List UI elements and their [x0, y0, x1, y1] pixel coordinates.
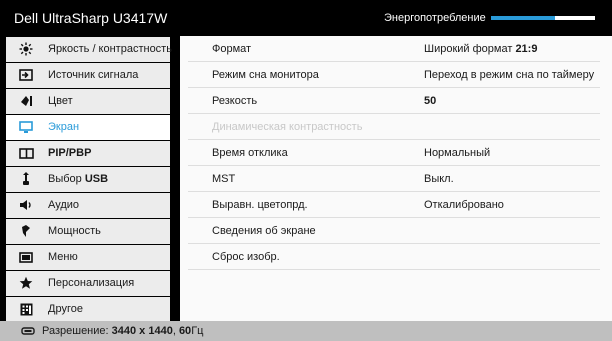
- energy-usage-fill: [491, 16, 556, 20]
- setting-name: Выравн. цветопрд.: [212, 199, 308, 211]
- setting-name: Динамическая контрастность: [212, 121, 363, 133]
- setting-name: Сведения об экране: [212, 225, 316, 237]
- menu-item-label: Аудио: [48, 199, 80, 211]
- pip-pbp-icon: [18, 146, 34, 160]
- setting-row-sharpness[interactable]: Резкость 50: [188, 89, 600, 114]
- menu-item-color[interactable]: Цвет: [6, 89, 170, 114]
- setting-row-display-reset[interactable]: Сброс изобр.: [188, 245, 600, 270]
- display-settings-panel: Формат Широкий формат 21:9 Режим сна мон…: [180, 36, 612, 321]
- menu-item-menu[interactable]: Меню: [6, 245, 170, 270]
- menu-item-label: PIP/PBP: [48, 147, 92, 159]
- menu-item-audio[interactable]: Аудио: [6, 193, 170, 218]
- setting-row-uniformity-compensation[interactable]: Выравн. цветопрд. Откалибровано: [188, 193, 600, 218]
- setting-row-aspect-ratio[interactable]: Формат Широкий формат 21:9: [188, 37, 600, 62]
- resolution-readout: Разрешение: 3440 x 1440, 60Гц: [42, 325, 204, 337]
- setting-row-monitor-sleep[interactable]: Режим сна монитора Переход в режим сна п…: [188, 63, 600, 88]
- energy-usage-label: Энергопотребление: [384, 12, 486, 24]
- setting-value: Выкл.: [424, 173, 454, 185]
- setting-name: Формат: [212, 43, 252, 55]
- input-source-icon: [18, 68, 34, 82]
- power-icon: [18, 224, 34, 238]
- setting-name: Режим сна монитора: [212, 69, 319, 81]
- setting-name: MST: [212, 173, 236, 185]
- setting-value: Широкий формат 21:9: [424, 43, 538, 55]
- energy-usage-bar: [491, 16, 595, 20]
- menu-item-display[interactable]: Экран: [6, 115, 170, 140]
- menu-item-label: Меню: [48, 251, 78, 263]
- brightness-icon: [18, 42, 34, 56]
- menu-item-pip-pbp[interactable]: PIP/PBP: [6, 141, 170, 166]
- setting-row-display-info[interactable]: Сведения об экране: [188, 219, 600, 244]
- menu-item-label: Экран: [48, 121, 80, 133]
- menu-item-label: Яркость / контрастность: [48, 43, 172, 55]
- menu-item-brightness-contrast[interactable]: Яркость / контрастность: [6, 37, 172, 62]
- star-icon: [18, 276, 34, 290]
- main-menu: Яркость / контрастность Источник сигнала…: [0, 36, 172, 322]
- setting-name: Сброс изобр.: [212, 251, 280, 263]
- menu-item-label: Мощность: [48, 225, 101, 237]
- menu-item-label: Выбор USB: [48, 173, 109, 185]
- setting-row-dynamic-contrast: Динамическая контрастность: [188, 115, 600, 140]
- setting-value: Откалибровано: [424, 199, 504, 211]
- setting-value: 50: [424, 95, 437, 107]
- setting-name: Резкость: [212, 95, 258, 107]
- setting-name: Время отклика: [212, 147, 288, 159]
- menu-item-other[interactable]: Другое: [6, 297, 170, 322]
- display-icon: [18, 120, 34, 134]
- menu-icon: [18, 250, 34, 264]
- monitor-title: Dell UltraSharp U3417W: [14, 10, 168, 26]
- menu-item-personalization[interactable]: Персонализация: [6, 271, 170, 296]
- setting-value: Переход в режим сна по таймеру: [424, 69, 595, 81]
- menu-item-usb-selection[interactable]: Выбор USB: [6, 167, 170, 192]
- menu-item-power[interactable]: Мощность: [6, 219, 170, 244]
- menu-item-label: Источник сигнала: [48, 69, 139, 81]
- menu-item-label: Другое: [48, 303, 83, 315]
- osd-header: Dell UltraSharp U3417W Энергопотребление: [0, 0, 612, 36]
- setting-row-mst[interactable]: MST Выкл.: [188, 167, 600, 192]
- usb-icon: [18, 172, 34, 186]
- menu-item-input-source[interactable]: Источник сигнала: [6, 63, 170, 88]
- connector-icon: [21, 324, 35, 338]
- setting-row-response-time[interactable]: Время отклика Нормальный: [188, 141, 600, 166]
- other-icon: [18, 302, 34, 316]
- menu-item-label: Цвет: [48, 95, 73, 107]
- menu-item-label: Персонализация: [48, 277, 135, 289]
- status-bar: Разрешение: 3440 x 1440, 60Гц: [0, 321, 612, 341]
- color-icon: [18, 94, 34, 108]
- setting-value: Нормальный: [424, 147, 491, 159]
- audio-icon: [18, 198, 34, 212]
